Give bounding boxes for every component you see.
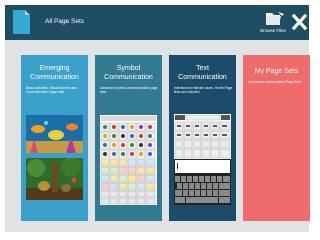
card-title-line1: Text (196, 65, 209, 72)
symbol-keyboard-thumbnail (100, 158, 157, 205)
text-communication-card[interactable]: Text Communication Interfaces for litera… (169, 55, 236, 221)
browse-files-button[interactable]: Browse Files (258, 9, 288, 38)
card-title: Emerging Communication (24, 65, 85, 82)
card-title-line1: Emerging (39, 65, 70, 72)
header-bar: All Page Sets Browse Files (5, 5, 309, 40)
symbol-grid-thumbnail (100, 115, 157, 159)
emerging-communication-card[interactable]: Emerging Communication Basic activities,… (21, 55, 88, 221)
card-title-line2: Communication (104, 73, 153, 81)
document-icon (13, 10, 30, 34)
card-description: Homemade and modified Page Sets (248, 80, 301, 84)
text-keyboard-thumbnail (174, 159, 231, 205)
card-description: Interfaces for literate users. Home Page… (174, 86, 233, 95)
card-description: Basic activities, Visual Scenes and Comm… (26, 86, 77, 95)
card-title: Text Communication (172, 65, 233, 82)
folder-icon (266, 12, 284, 25)
my-page-sets-card[interactable]: My Page Sets Homemade and modified Page … (243, 55, 310, 221)
page-title: All Page Sets (45, 18, 85, 25)
card-title: My Page Sets (254, 68, 299, 75)
card-title-line2: Communication (30, 73, 79, 81)
card-title: Symbol Communication (98, 65, 159, 82)
browse-files-label: Browse Files (260, 28, 286, 33)
text-grid-thumbnail (174, 114, 231, 160)
close-icon[interactable] (291, 10, 308, 35)
jungle-scene-thumbnail (26, 158, 83, 200)
page-set-panel: Emerging Communication Basic activities,… (5, 40, 310, 232)
symbol-communication-card[interactable]: Symbol Communication Advanced symbol com… (95, 55, 162, 221)
card-title-line1: Symbol (116, 65, 141, 72)
ocean-scene-thumbnail (26, 115, 83, 153)
card-title-line2: Communication (178, 73, 227, 81)
card-description: Advanced symbol communication page sets. (100, 86, 158, 95)
